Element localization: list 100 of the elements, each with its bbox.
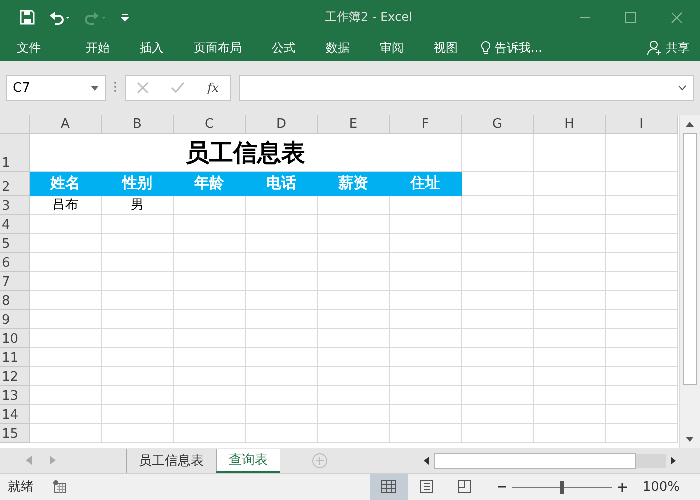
- header-cell: 住址: [390, 172, 462, 196]
- ribbon-tab[interactable]: 文件: [0, 40, 71, 56]
- empty-cell: [390, 329, 462, 348]
- empty-cell: [174, 310, 246, 329]
- empty-cell: [462, 291, 534, 310]
- column-header[interactable]: C: [174, 115, 246, 134]
- row-header[interactable]: 12: [0, 367, 30, 386]
- header-cell: 薪资: [318, 172, 390, 196]
- empty-cell: [318, 234, 390, 253]
- lightbulb-icon: [481, 41, 491, 55]
- empty-cell: [174, 215, 246, 234]
- empty-cell: [318, 329, 390, 348]
- empty-cell: [318, 386, 390, 405]
- row-header[interactable]: 11: [0, 348, 30, 367]
- empty-cell: [534, 172, 606, 196]
- empty-cell: [102, 215, 174, 234]
- page-layout-icon: [420, 480, 434, 494]
- empty-cell: [318, 310, 390, 329]
- ribbon-tab[interactable]: 开始: [71, 40, 125, 56]
- empty-cell: [462, 310, 534, 329]
- row-header[interactable]: 9: [0, 310, 30, 329]
- scroll-thumb[interactable]: [434, 452, 636, 468]
- ribbon-tab[interactable]: 视图: [419, 40, 473, 56]
- page-break-icon: [458, 480, 472, 494]
- empty-cell: [174, 196, 246, 215]
- scroll-thumb[interactable]: [683, 133, 697, 385]
- customize-icon[interactable]: [121, 14, 129, 22]
- empty-cell: [102, 367, 174, 386]
- empty-cell: [246, 215, 318, 234]
- empty-cell: [462, 272, 534, 291]
- empty-cell: [102, 310, 174, 329]
- row-header[interactable]: 14: [0, 405, 30, 424]
- empty-cell: [462, 134, 534, 172]
- row-header[interactable]: 6: [0, 253, 30, 272]
- column-header[interactable]: H: [534, 115, 606, 134]
- column-header[interactable]: D: [246, 115, 318, 134]
- empty-cell: [174, 348, 246, 367]
- check-icon[interactable]: [171, 82, 186, 94]
- ribbon-tab[interactable]: 数据: [311, 40, 365, 56]
- row-header[interactable]: 8: [0, 291, 30, 310]
- empty-cell: [102, 234, 174, 253]
- row-header[interactable]: 3: [0, 196, 30, 215]
- header-cell: 年龄: [174, 172, 246, 196]
- insert-function-button[interactable]: fx: [208, 81, 219, 95]
- empty-cell: [318, 253, 390, 272]
- ribbon-tab[interactable]: 审阅: [365, 40, 419, 56]
- empty-cell: [390, 234, 462, 253]
- window-title: 工作簿2 - Excel: [324, 9, 414, 26]
- zoom-in-icon[interactable]: [618, 482, 627, 492]
- row-header[interactable]: 1: [0, 134, 30, 172]
- row-header[interactable]: 10: [0, 329, 30, 348]
- ribbon-tab[interactable]: 公式: [257, 40, 311, 56]
- macro-record-icon[interactable]: [53, 480, 67, 494]
- empty-cell: [534, 253, 606, 272]
- row-header[interactable]: 7: [0, 272, 30, 291]
- tell-me-field[interactable]: 告诉我...: [495, 40, 542, 56]
- empty-cell: [534, 367, 606, 386]
- row-header[interactable]: 2: [0, 172, 30, 196]
- empty-cell: [246, 196, 318, 215]
- zoom-level[interactable]: 100%: [642, 480, 680, 494]
- empty-cell: [534, 310, 606, 329]
- empty-cell: [174, 367, 246, 386]
- name-box[interactable]: C7: [6, 75, 106, 101]
- empty-cell: [462, 234, 534, 253]
- empty-cell: [462, 329, 534, 348]
- empty-cell: [102, 291, 174, 310]
- empty-cell: [390, 348, 462, 367]
- row-header[interactable]: 5: [0, 234, 30, 253]
- column-header[interactable]: A: [30, 115, 102, 134]
- empty-cell: [318, 196, 390, 215]
- empty-cell: [174, 253, 246, 272]
- save-icon[interactable]: [20, 10, 35, 25]
- empty-cell: [102, 272, 174, 291]
- undo-icon[interactable]: [49, 10, 71, 24]
- empty-cell: [390, 215, 462, 234]
- empty-cell: [174, 234, 246, 253]
- row-header[interactable]: 15: [0, 424, 30, 443]
- sheet-tab[interactable]: 查询表: [216, 448, 280, 472]
- formula-input[interactable]: [239, 75, 694, 101]
- empty-cell: [102, 405, 174, 424]
- empty-cell: [174, 386, 246, 405]
- empty-cell: [534, 348, 606, 367]
- column-header[interactable]: E: [318, 115, 390, 134]
- empty-cell: [246, 310, 318, 329]
- dropdown-icon: [91, 86, 99, 90]
- empty-cell: [534, 134, 606, 172]
- row-header[interactable]: 13: [0, 386, 30, 405]
- empty-cell: [390, 424, 462, 443]
- column-header[interactable]: I: [606, 115, 678, 134]
- view-button[interactable]: [370, 474, 408, 500]
- row-header[interactable]: 4: [0, 215, 30, 234]
- empty-cell: [462, 253, 534, 272]
- ribbon-tab[interactable]: 页面布局: [179, 40, 257, 56]
- empty-cell: [534, 424, 606, 443]
- column-header[interactable]: F: [390, 115, 462, 134]
- share-button[interactable]: 共享: [647, 40, 690, 56]
- column-header[interactable]: B: [102, 115, 174, 134]
- column-header[interactable]: G: [462, 115, 534, 134]
- ribbon-tab[interactable]: 插入: [125, 40, 179, 56]
- empty-cell: [534, 291, 606, 310]
